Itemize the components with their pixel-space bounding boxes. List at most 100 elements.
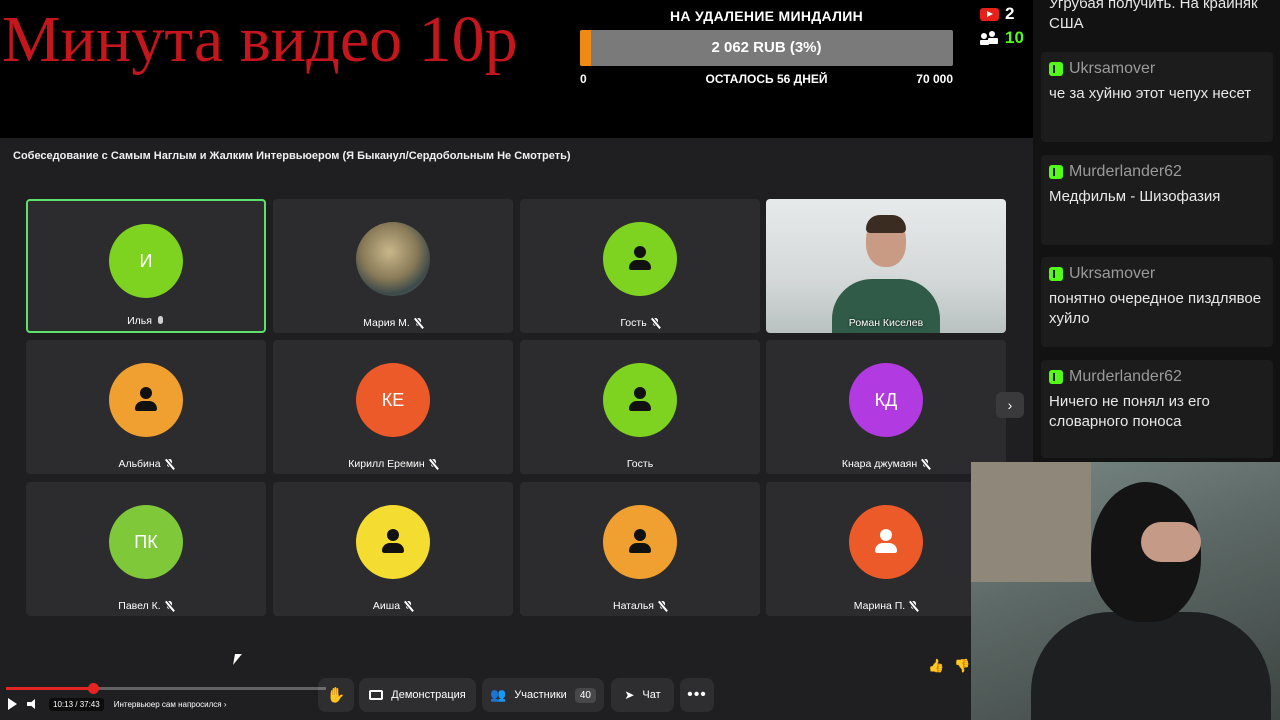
participant-label: Мария М. — [273, 317, 513, 329]
participant-initials: КД — [874, 389, 898, 410]
chat-text: понятно очередное пиздлявое хуйло — [1049, 290, 1262, 327]
participant-tile[interactable]: Аиша — [273, 482, 513, 616]
participant-tile[interactable]: КЕ Кирилл Еремин — [273, 340, 513, 474]
play-icon[interactable] — [8, 698, 17, 710]
mic-muted-icon — [658, 600, 667, 612]
chat-username-row: Murderlander62 — [1049, 368, 1265, 386]
screen-share-button[interactable]: Демонстрация — [359, 678, 476, 712]
participant-label: Марина П. — [766, 600, 1006, 612]
participant-name: Роман Киселев — [848, 317, 924, 329]
participant-avatar — [849, 505, 923, 579]
user-icon — [627, 529, 653, 555]
mic-muted-icon — [404, 600, 413, 612]
video-progress-thumb[interactable] — [87, 683, 99, 694]
donation-amount: 2 062 RUB (3%) — [711, 39, 822, 56]
thumbs-down-icon[interactable]: 👎 — [954, 658, 970, 674]
participant-avatar: И — [109, 224, 183, 298]
webcam-streamer-body — [1031, 612, 1271, 720]
donation-progress-bar: 2 062 RUB (3%) — [580, 30, 953, 66]
chat-username-row: Ukrsamover — [1049, 265, 1265, 283]
kick-viewers: 10 — [980, 26, 1024, 50]
participant-label: Наталья — [520, 600, 760, 612]
mic-icon — [156, 315, 165, 327]
kick-logo-icon — [1049, 62, 1063, 76]
more-dots-icon: ••• — [687, 686, 707, 703]
mic-muted-icon — [921, 458, 930, 470]
streamer-webcam — [971, 462, 1280, 720]
mic-muted-icon — [165, 600, 174, 612]
video-progress-bar[interactable] — [6, 683, 326, 694]
participants-label: Участники — [514, 689, 567, 701]
participant-name: Павел К. — [118, 600, 161, 612]
chat-message: Ukrsamover че за хуйню этот чепух несет — [1041, 52, 1273, 142]
chat-username[interactable]: Ukrsamover — [1069, 265, 1155, 283]
overlay-title: Минута видео 10р — [2, 3, 518, 76]
kick-logo-icon — [1049, 165, 1063, 179]
next-page-button[interactable]: › — [996, 392, 1024, 418]
donation-footer: 0 ОСТАЛОСЬ 56 ДНЕЙ 70 000 — [580, 72, 953, 88]
participant-tile[interactable]: Альбина — [26, 340, 266, 474]
mic-muted-icon — [909, 600, 918, 612]
participant-avatar — [356, 222, 430, 296]
participant-avatar: КЕ — [356, 363, 430, 437]
chat-message-fragment: Угрубая получить. На крайняк США — [1049, 0, 1258, 32]
mouse-cursor-icon — [233, 654, 242, 665]
chapter-label: Интервьюер сам напросился — [113, 699, 222, 709]
user-icon — [380, 529, 406, 555]
donation-title: НА УДАЛЕНИЕ МИНДАЛИН — [669, 8, 863, 24]
donation-max: 70 000 — [916, 72, 953, 86]
chevron-right-icon: › — [1007, 397, 1013, 413]
participant-tile[interactable]: Гость — [520, 199, 760, 333]
mic-muted-icon — [165, 458, 174, 470]
youtube-viewer-count: 2 — [1005, 4, 1015, 23]
donation-remaining: ОСТАЛОСЬ 56 ДНЕЙ — [705, 72, 828, 86]
participant-tile[interactable]: Роман Киселев — [766, 199, 1006, 333]
mic-muted-icon — [414, 317, 423, 329]
participant-tile[interactable]: КД Кнара джумаян — [766, 340, 1006, 474]
participant-avatar — [603, 363, 677, 437]
chapter-title[interactable]: Интервьюер сам напросился › — [114, 700, 227, 709]
youtube-icon — [980, 7, 999, 21]
participant-tile[interactable]: Наталья — [520, 482, 760, 616]
participant-avatar — [109, 363, 183, 437]
participant-name: Илья — [127, 315, 152, 327]
meeting-title: Собеседование с Самым Наглым и Жалким Ин… — [13, 150, 571, 162]
more-button[interactable]: ••• — [680, 678, 714, 712]
participant-tile[interactable]: Гость — [520, 340, 760, 474]
screen-share-label: Демонстрация — [391, 689, 466, 701]
stream-frame: Минута видео 10р НА УДАЛЕНИЕ МИНДАЛИН 2 … — [0, 0, 1280, 720]
user-icon — [873, 529, 899, 555]
participant-initials: И — [139, 250, 153, 271]
participant-name: Кнара джумаян — [841, 458, 918, 470]
chat-username[interactable]: Ukrsamover — [1069, 60, 1155, 78]
participant-label: Альбина — [26, 458, 266, 470]
chat-text: Ничего не понял из его словарного поноса — [1049, 393, 1210, 430]
participant-label: Аиша — [273, 600, 513, 612]
participant-tile[interactable]: И Илья — [26, 199, 266, 333]
participant-tile[interactable]: Мария М. — [273, 199, 513, 333]
participant-initials: КЕ — [381, 389, 405, 410]
participant-video — [826, 215, 946, 333]
participant-name: Гость — [620, 317, 647, 329]
reaction-buttons: 👍 👎 — [928, 658, 970, 674]
chat-button[interactable]: ➤ Чат — [611, 678, 674, 712]
participant-label: Гость — [520, 458, 760, 470]
chat-username[interactable]: Murderlander62 — [1069, 163, 1182, 181]
chat-username[interactable]: Murderlander62 — [1069, 368, 1182, 386]
kick-logo-icon — [1049, 370, 1063, 384]
participant-tile[interactable]: Марина П. — [766, 482, 1006, 616]
mic-muted-icon — [429, 458, 438, 470]
participant-tile[interactable]: ПК Павел К. — [26, 482, 266, 616]
user-icon — [627, 246, 653, 272]
thumbs-up-icon[interactable]: 👍 — [928, 658, 944, 674]
user-icon — [133, 387, 159, 413]
participant-avatar — [603, 222, 677, 296]
player-time: 10:13 / 37:43 — [49, 697, 104, 711]
chat-text: че за хуйню этот чепух несет — [1049, 85, 1252, 102]
youtube-viewers: 2 — [980, 2, 1024, 26]
volume-icon[interactable] — [27, 699, 39, 709]
participant-name: Марина П. — [853, 600, 906, 612]
raise-hand-button[interactable]: ✋ — [318, 678, 354, 712]
participants-button[interactable]: 👥 Участники 40 — [482, 678, 604, 712]
kick-viewer-count: 10 — [1005, 28, 1024, 47]
